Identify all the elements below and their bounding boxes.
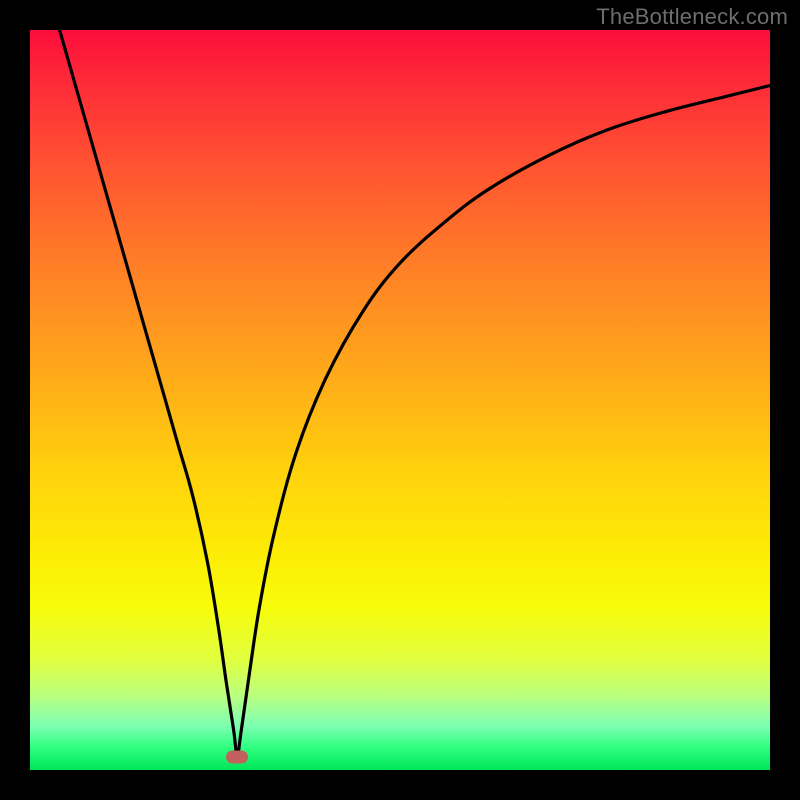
plot-area [30,30,770,770]
curve-svg [30,30,770,770]
watermark-text: TheBottleneck.com [596,4,788,30]
optimum-marker [226,751,248,764]
chart-frame: TheBottleneck.com [0,0,800,800]
bottleneck-curve [60,30,770,755]
